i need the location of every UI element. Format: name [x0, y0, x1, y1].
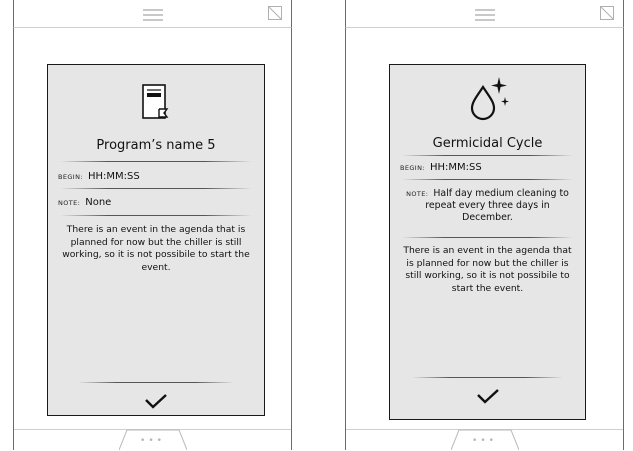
- bottom-handle[interactable]: •••: [450, 429, 519, 451]
- event-dialog: Germicidal Cycle BEGIN: HH:MM:SS NOTE: Hal…: [389, 64, 586, 420]
- more-dots-icon: •••: [472, 436, 497, 446]
- begin-value: HH:MM:SS: [429, 162, 482, 173]
- bottom-bar: •••: [14, 429, 291, 451]
- divider: [60, 215, 252, 216]
- device-frame-right: Germicidal Cycle BEGIN: HH:MM:SS NOTE: Hal…: [345, 0, 624, 451]
- divider: [78, 382, 234, 383]
- corner-placeholder-icon: [600, 6, 614, 20]
- corner-placeholder-icon: [268, 6, 282, 20]
- divider: [402, 179, 573, 180]
- bottom-bar: •••: [346, 429, 623, 451]
- event-dialog: Program’s name 5 BEGIN: HH:MM:SS NOTE: Non…: [47, 64, 265, 416]
- top-bar: [345, 0, 624, 28]
- note-row: NOTE: Half day medium cleaning to repeat …: [400, 188, 575, 224]
- checkmark-icon: [145, 394, 167, 409]
- divider: [60, 188, 252, 189]
- note-label: NOTE:: [406, 190, 429, 198]
- begin-row: BEGIN: HH:MM:SS: [400, 162, 577, 173]
- begin-row: BEGIN: HH:MM:SS: [58, 171, 256, 182]
- note-value: None: [85, 197, 112, 208]
- confirm-button[interactable]: [144, 393, 168, 409]
- note-label: NOTE:: [58, 199, 81, 207]
- top-bar: [13, 0, 292, 28]
- divider: [60, 161, 252, 162]
- device-frame-left: Program’s name 5 BEGIN: HH:MM:SS NOTE: Non…: [13, 0, 292, 451]
- warning-message: There is an event in the agenda that is …: [62, 224, 250, 273]
- program-title: Program’s name 5: [96, 138, 216, 153]
- divider: [402, 155, 573, 156]
- begin-label: BEGIN:: [400, 164, 425, 172]
- divider: [412, 377, 563, 378]
- note-row: NOTE: None: [58, 197, 256, 208]
- bottom-handle[interactable]: •••: [118, 429, 187, 451]
- drop-sparkle-icon: [470, 77, 509, 121]
- confirm-button[interactable]: [476, 388, 500, 404]
- begin-label: BEGIN:: [58, 173, 83, 181]
- program-title: Germicidal Cycle: [432, 136, 543, 151]
- warning-message: There is an event in the agenda that is …: [403, 245, 572, 294]
- menu-icon[interactable]: [474, 9, 495, 24]
- menu-icon[interactable]: [142, 9, 163, 24]
- more-dots-icon: •••: [140, 436, 165, 446]
- program-document-icon: [142, 84, 169, 119]
- checkmark-icon: [476, 389, 499, 404]
- note-value: Half day medium cleaning to repeat every…: [425, 188, 569, 223]
- divider: [402, 237, 573, 238]
- begin-value: HH:MM:SS: [87, 171, 140, 182]
